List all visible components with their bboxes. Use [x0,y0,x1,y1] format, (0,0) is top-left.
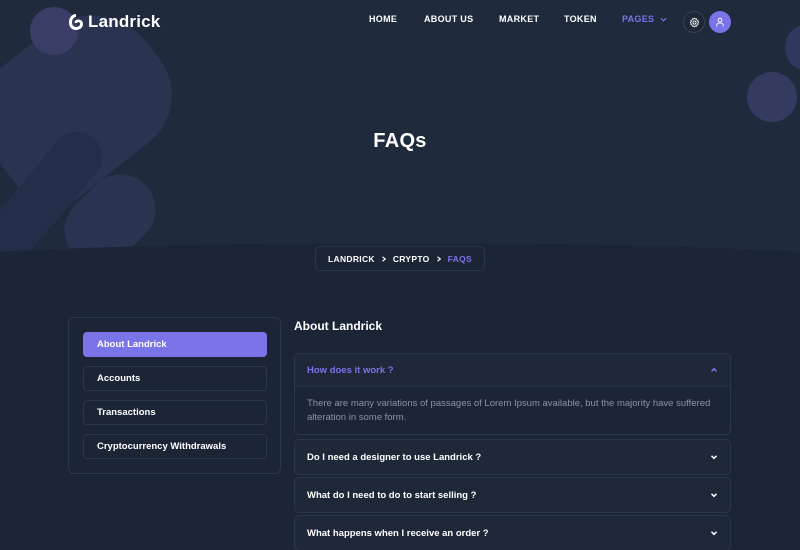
faq-question-toggle[interactable]: Do I need a designer to use Landrick ? [295,440,730,474]
faq-item: How does it work ? There are many variat… [294,353,731,435]
nav-item-token[interactable]: TOKEN [564,14,597,24]
sidebar-item-about-landrick[interactable]: About Landrick [83,332,267,357]
sidebar-item-accounts[interactable]: Accounts [83,366,267,391]
nav-item-about-us[interactable]: ABOUT US [424,14,473,24]
chevron-down-icon [710,455,718,460]
sidebar-item-transactions[interactable]: Transactions [83,400,267,425]
sidebar-item-cryptocurrency-withdrawals[interactable]: Cryptocurrency Withdrawals [83,434,267,459]
faq-question: What do I need to do to start selling ? [307,489,477,501]
breadcrumb-item-faqs: FAQS [447,253,472,264]
faq-question-toggle[interactable]: What do I need to do to start selling ? [295,478,730,512]
nav-item-home[interactable]: HOME [369,14,397,24]
decorative-circle [747,72,797,122]
settings-button[interactable] [683,11,705,33]
faq-question-toggle[interactable]: What happens when I receive an order ? [295,516,730,550]
faq-item: What do I need to do to start selling ? [294,477,731,513]
user-icon [716,17,724,27]
breadcrumb-item-crypto[interactable]: CRYPTO [393,254,430,264]
chevron-up-icon [710,367,718,372]
breadcrumb-item-landrick[interactable]: LANDRICK [328,254,375,264]
faq-item: What happens when I receive an order ? [294,515,731,550]
page-title: FAQs [373,130,427,152]
faq-category-sidebar: About Landrick Accounts Transactions Cry… [68,317,281,474]
nav-item-market[interactable]: MARKET [499,14,539,24]
user-account-button[interactable] [709,11,731,33]
faq-question-toggle[interactable]: How does it work ? [295,354,730,387]
faq-section-heading: About Landrick [294,319,383,333]
nav-item-pages-label: PAGES [622,14,655,24]
faq-question: How does it work ? [307,364,394,376]
logo-icon [69,14,83,30]
faq-question: What happens when I receive an order ? [307,527,489,539]
gear-icon [689,17,699,27]
logo[interactable]: Landrick [68,10,160,34]
nav-item-pages[interactable]: PAGES [622,14,667,24]
chevron-down-icon [710,531,718,536]
chevron-right-icon [381,255,387,262]
chevron-down-icon [660,17,667,22]
chevron-right-icon [436,255,441,262]
faq-answer: There are many variations of passages of… [295,387,730,434]
brand-name: Landrick [88,12,161,31]
faq-item: Do I need a designer to use Landrick ? [294,439,731,475]
breadcrumb: LANDRICK CRYPTO FAQS [315,246,485,271]
faq-question: Do I need a designer to use Landrick ? [307,451,482,463]
top-navbar: Landrick HOME ABOUT US MARKET TOKEN PAGE… [0,0,800,44]
chevron-down-icon [710,493,718,498]
